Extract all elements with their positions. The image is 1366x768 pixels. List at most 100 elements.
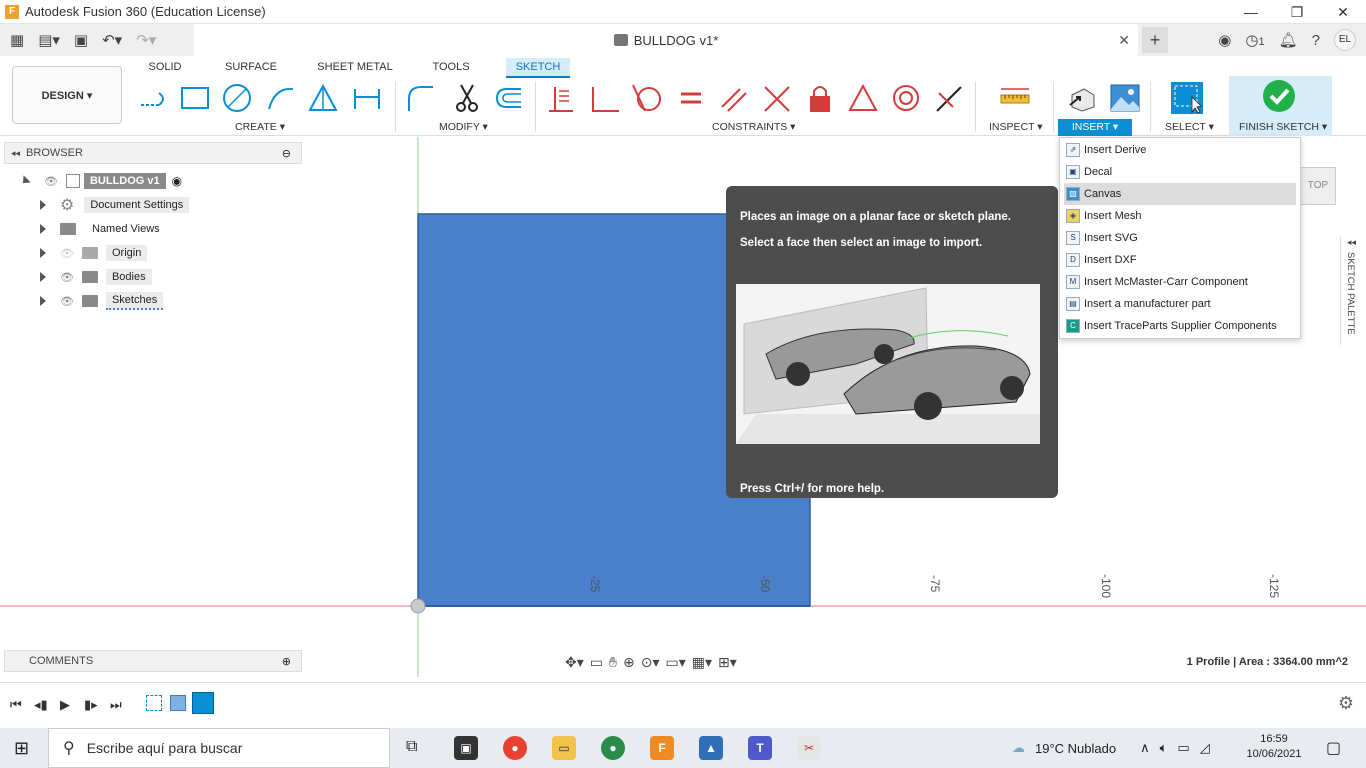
arc-tool-icon[interactable] <box>264 82 298 114</box>
fillet-tool-icon[interactable] <box>404 82 438 114</box>
visibility-eye-icon[interactable]: 👁︎ <box>60 271 74 284</box>
expand-toggle[interactable] <box>40 224 46 234</box>
new-tab-button[interactable]: + <box>1142 27 1168 53</box>
visibility-eye-icon[interactable]: 👁︎ <box>44 175 58 188</box>
notifications-icon[interactable]: 🔔︎ <box>1279 31 1298 49</box>
select-group-label[interactable]: SELECT ▾ <box>1165 121 1214 133</box>
tab-tools[interactable]: TOOLS <box>426 58 476 78</box>
weather-text[interactable]: 19°C Nublado <box>1035 741 1116 756</box>
save-icon[interactable]: ▣ <box>74 31 88 49</box>
help-icon[interactable]: ? <box>1312 32 1320 49</box>
store-icon[interactable]: ▣ <box>454 736 478 760</box>
workspace-switcher[interactable]: DESIGN ▾ <box>12 66 122 124</box>
grid-menu-icon[interactable]: ▦ <box>10 31 24 49</box>
menu-item-insert-svg[interactable]: S Insert SVG <box>1060 227 1300 249</box>
constraints-group-label[interactable]: CONSTRAINTS ▾ <box>712 121 795 133</box>
tree-item-bodies[interactable]: 👁︎ Bodies <box>40 266 152 288</box>
windows-start-icon[interactable]: ⊞ <box>14 738 29 759</box>
network-icon[interactable]: ◿ <box>1200 740 1210 756</box>
tab-sketch[interactable]: SKETCH <box>506 58 570 78</box>
tray-chevron-icon[interactable]: ∧ <box>1140 740 1150 756</box>
line-tool-icon[interactable] <box>136 82 170 114</box>
undo-icon[interactable]: ↶▾ <box>102 31 122 49</box>
user-avatar[interactable]: EL <box>1334 29 1356 51</box>
tab-sheet-metal[interactable]: SHEET METAL <box>316 58 394 78</box>
insert-menu-button[interactable]: INSERT ▾ <box>1058 119 1132 136</box>
menu-item-insert-traceparts[interactable]: C Insert TraceParts Supplier Components <box>1060 315 1300 337</box>
volume-icon[interactable]: 🔈︎ <box>1160 740 1168 756</box>
go-to-end-icon[interactable]: ⏭ <box>110 697 122 713</box>
chrome-profile-icon[interactable]: ● <box>601 736 625 760</box>
tree-item-origin[interactable]: 👁︎ Origin <box>40 242 148 264</box>
tree-item-sketches[interactable]: 👁︎ Sketches <box>40 290 164 312</box>
menu-item-canvas[interactable]: ▨ Canvas <box>1064 183 1296 205</box>
timeline-feature-body-icon[interactable] <box>170 695 186 711</box>
activate-radio-icon[interactable]: ◉ <box>172 174 182 188</box>
play-icon[interactable]: ▶ <box>60 697 70 713</box>
inspect-group-label[interactable]: INSPECT ▾ <box>989 121 1043 133</box>
zoom-icon[interactable]: ⊕ <box>623 654 635 671</box>
maximize-button[interactable]: ❐ <box>1274 0 1320 24</box>
expand-toggle[interactable] <box>40 200 46 210</box>
expand-toggle[interactable] <box>40 272 46 282</box>
minimize-button[interactable]: — <box>1228 0 1274 24</box>
timeline-feature-plane-icon[interactable] <box>146 695 162 711</box>
step-forward-icon[interactable]: ▮▸ <box>84 697 98 713</box>
finish-sketch-label[interactable]: FINISH SKETCH ▾ <box>1239 121 1327 133</box>
offset-tool-icon[interactable] <box>492 82 526 114</box>
fit-icon[interactable]: ⊙▾ <box>641 654 660 671</box>
battery-icon[interactable]: ▭ <box>1177 740 1189 756</box>
menu-item-decal[interactable]: ▣ Decal <box>1060 161 1300 183</box>
expand-toggle[interactable] <box>40 248 46 258</box>
select-tool-icon[interactable] <box>1170 82 1204 114</box>
trim-scissors-icon[interactable] <box>450 82 484 114</box>
menu-item-insert-manufacturer-part[interactable]: ▤ Insert a manufacturer part <box>1060 293 1300 315</box>
measure-ruler-icon[interactable] <box>998 82 1032 114</box>
photos-icon[interactable]: ▲ <box>699 736 723 760</box>
timeline-feature-sketch-icon[interactable] <box>192 692 214 714</box>
task-view-icon[interactable]: ⧉ <box>406 738 417 756</box>
menu-item-insert-derive[interactable]: ⇗ Insert Derive <box>1060 139 1300 161</box>
circle-tool-icon[interactable] <box>220 82 254 114</box>
create-group-label[interactable]: CREATE ▾ <box>235 121 285 133</box>
rectangle-tool-icon[interactable] <box>178 82 212 114</box>
document-tab[interactable]: BULLDOG v1* ✕ <box>194 24 1138 56</box>
chrome-icon[interactable]: ● <box>503 736 527 760</box>
fix-lock-icon[interactable] <box>803 82 837 114</box>
view-cube[interactable]: TOP <box>1300 167 1336 205</box>
teams-icon[interactable]: T <box>748 736 772 760</box>
expand-toggle[interactable] <box>19 175 31 187</box>
job-status-icon[interactable]: ◷1 <box>1245 31 1264 49</box>
visibility-eye-icon[interactable]: 👁︎ <box>60 295 74 308</box>
browser-panel-header[interactable]: ◂◂ BROWSER ⊖ <box>4 142 302 164</box>
modify-group-label[interactable]: MODIFY ▾ <box>439 121 488 133</box>
step-back-icon[interactable]: ◂▮ <box>34 697 48 713</box>
tree-item-document-settings[interactable]: ⚙ Document Settings <box>40 194 190 216</box>
timeline-settings-gear-icon[interactable]: ⚙ <box>1338 693 1354 714</box>
dimension-tool-icon[interactable] <box>350 82 384 114</box>
insert-canvas-icon[interactable] <box>1108 82 1142 114</box>
menu-item-insert-mesh[interactable]: ◈ Insert Mesh <box>1060 205 1300 227</box>
extensions-icon[interactable]: ◉ <box>1218 31 1231 49</box>
display-settings-icon[interactable]: ▭▾ <box>665 654 685 671</box>
sketch-palette-tab[interactable]: ◂◂ SKETCH PALETTE <box>1340 237 1362 345</box>
minus-icon[interactable]: ⊖ <box>282 147 291 160</box>
collapse-icon[interactable]: ◂◂ <box>1341 237 1362 248</box>
notification-center-icon[interactable]: ▢ <box>1326 738 1341 758</box>
close-tab-icon[interactable]: ✕ <box>1118 32 1130 49</box>
comments-panel-header[interactable]: COMMENTS ⊕ <box>4 650 302 672</box>
add-comment-icon[interactable]: ⊕ <box>282 655 291 668</box>
tab-solid[interactable]: SOLID <box>140 58 190 78</box>
orbit-icon[interactable]: ✥▾ <box>565 654 584 671</box>
expand-toggle[interactable] <box>40 296 46 306</box>
symmetry-constraint-icon[interactable] <box>846 82 880 114</box>
redo-icon[interactable]: ↷▾ <box>136 31 156 49</box>
horizontal-vertical-constraint-icon[interactable] <box>544 82 578 114</box>
go-to-start-icon[interactable]: ⏮ <box>10 697 22 713</box>
pan-hand-icon[interactable]: ✋︎ <box>609 654 617 671</box>
parallel-constraint-icon[interactable] <box>717 82 751 114</box>
insert-derive-icon[interactable] <box>1065 82 1099 114</box>
taskbar-search[interactable]: ⚲ Escribe aquí para buscar <box>48 728 390 768</box>
tree-item-named-views[interactable]: Named Views <box>40 218 166 240</box>
equal-constraint-icon[interactable] <box>674 82 708 114</box>
